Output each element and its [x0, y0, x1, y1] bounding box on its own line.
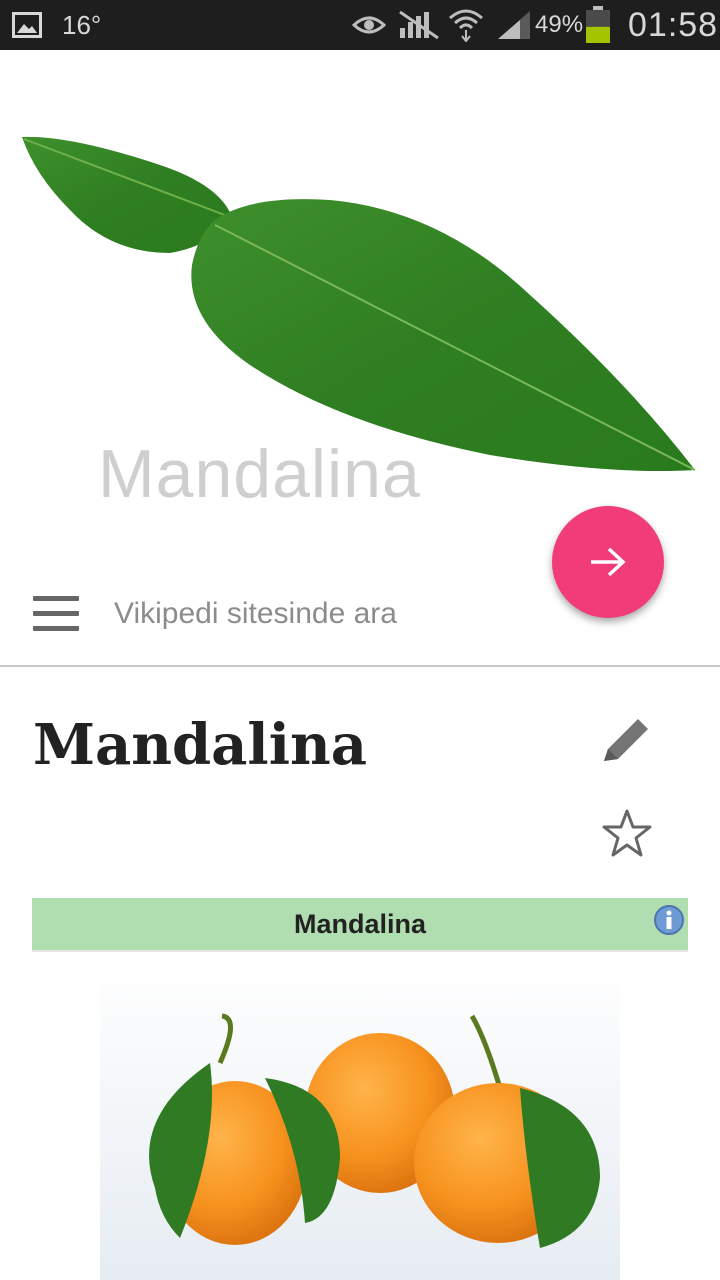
battery-icon	[585, 0, 611, 50]
arrow-right-icon	[591, 547, 626, 577]
leaf-lead-image	[22, 136, 696, 471]
infobox-header: Mandalina	[32, 898, 688, 952]
clock-text: 01:58	[628, 5, 719, 44]
search-input[interactable]	[114, 592, 534, 636]
edit-icon[interactable]	[600, 715, 654, 770]
no-signal-icon	[398, 0, 440, 50]
mandarin-fruit-image	[100, 958, 620, 1280]
cell-signal-icon	[496, 0, 532, 50]
temperature-text: 16°	[62, 9, 102, 40]
header-divider	[0, 665, 720, 667]
lead-image-section: Mandalina	[0, 50, 720, 665]
status-bar: 16° 49% 01:58	[0, 0, 720, 50]
star-icon[interactable]	[600, 808, 654, 863]
gallery-icon	[12, 0, 42, 50]
eye-icon	[352, 0, 386, 50]
next-arrow-button[interactable]	[552, 506, 664, 618]
article-title: Mandalina	[33, 712, 367, 778]
battery-percent-text: 49%	[535, 11, 584, 38]
info-icon[interactable]	[653, 904, 685, 941]
lead-title: Mandalina	[98, 436, 421, 512]
wifi-icon	[448, 0, 484, 50]
menu-icon[interactable]	[33, 596, 79, 632]
